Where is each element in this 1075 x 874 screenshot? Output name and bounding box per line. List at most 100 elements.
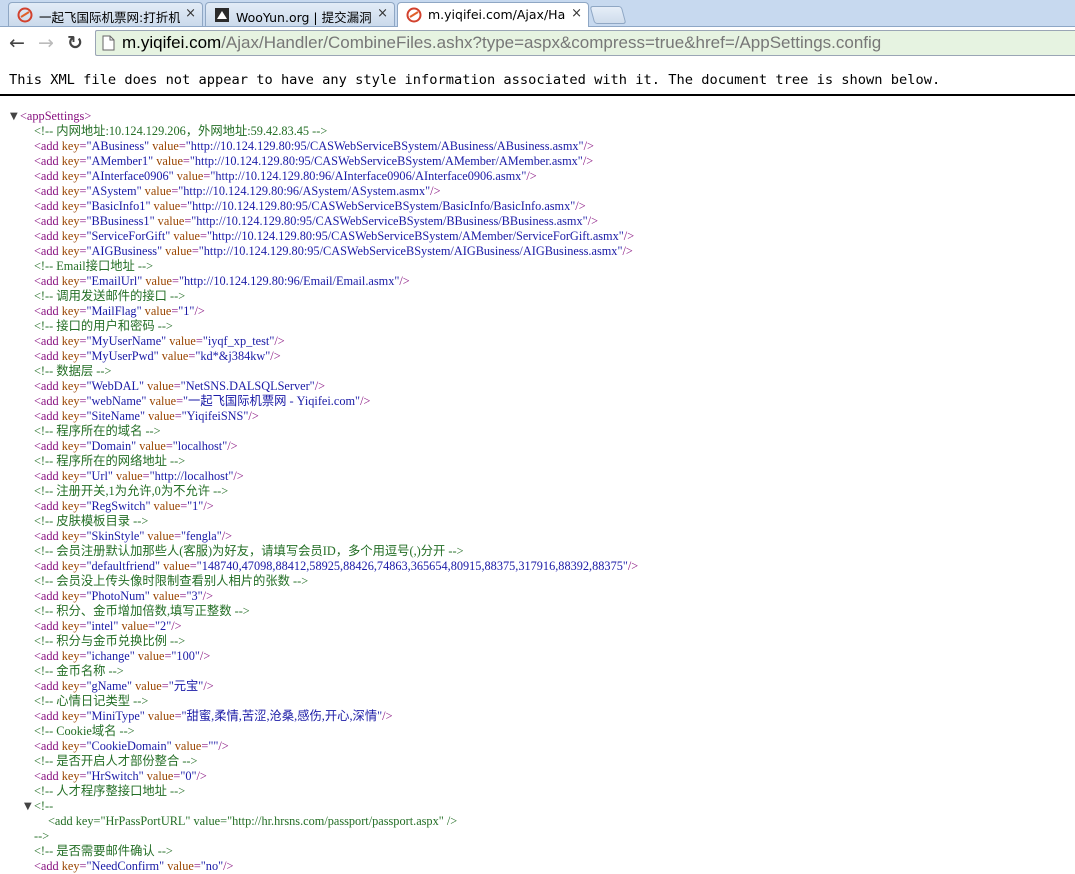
- collapse-toggle-icon[interactable]: ▼: [24, 801, 32, 812]
- url-text[interactable]: m.yiqifei.com/Ajax/Handler/CombineFiles.…: [122, 33, 881, 53]
- xml-comment-line: <!-- 人才程序整接口地址 -->: [34, 784, 185, 799]
- xml-attr-value: "NetSNS.DALSQLServer": [180, 379, 315, 393]
- xml-comment: <!-- 皮肤模板目录 -->: [34, 514, 149, 528]
- xml-attr-key: "ASystem": [86, 184, 142, 198]
- xml-attr-key: "webName": [86, 394, 147, 408]
- xml-tag: <appSettings>: [20, 109, 92, 123]
- tab-yiqifei-home[interactable]: 一起飞国际机票网:打折机 ×: [8, 2, 203, 26]
- xml-attr-name: key: [61, 709, 80, 723]
- xml-attr-value: "http://10.124.129.80:95/CASWebServiceBS…: [206, 229, 624, 243]
- xml-attr-name: value: [136, 439, 166, 453]
- xml-attr-key: "AIGBusiness": [86, 244, 163, 258]
- xml-comment: <!-- 调用发送邮件的接口 -->: [34, 289, 186, 303]
- back-button[interactable]: ←: [6, 32, 28, 54]
- xml-comment-line: <!-- 是否需要邮件确认 -->: [34, 844, 173, 859]
- xml-add-element: <add key="BasicInfo1" value="http://10.1…: [34, 199, 586, 214]
- tab-wooyun[interactable]: WooYun.org | 提交漏洞 ×: [205, 2, 395, 26]
- xml-attr-name: value: [112, 469, 143, 483]
- xml-tag: />: [622, 244, 633, 258]
- xml-tag: />: [233, 469, 244, 483]
- tab-close-icon[interactable]: ×: [571, 6, 582, 21]
- wooyun-favicon-icon: [215, 8, 229, 22]
- xml-attr-name: value: [154, 214, 185, 228]
- xml-tag: <add: [34, 739, 62, 753]
- xml-add-element: <add key="AIGBusiness" value="http://10.…: [34, 244, 633, 259]
- xml-tag: <add: [34, 589, 62, 603]
- xml-tag: />: [196, 769, 207, 783]
- tab-active-xml[interactable]: m.yiqifei.com/Ajax/Hand ×: [397, 2, 589, 27]
- xml-attr-name: value: [149, 589, 180, 603]
- xml-attr-name: key: [61, 499, 80, 513]
- new-tab-button[interactable]: [589, 6, 627, 24]
- xml-tag: />: [623, 229, 635, 243]
- xml-attr-key: "WebDAL": [86, 379, 145, 393]
- xml-tag: />: [575, 199, 586, 213]
- xml-attr-value: "2": [155, 619, 172, 633]
- xml-attr-name: value: [158, 349, 189, 363]
- xml-punct: =: [189, 559, 197, 573]
- forward-button[interactable]: →: [35, 32, 57, 54]
- xml-add-element: <add key="HrSwitch" value="0"/>: [34, 769, 207, 784]
- xml-attr-name: key: [61, 139, 80, 153]
- xml-tag: />: [194, 304, 205, 318]
- xml-tag: />: [218, 739, 229, 753]
- xml-comment-line: <!-- 注册开关,1为允许,0为不允许 -->: [34, 484, 228, 499]
- xml-add-element: <add key="CookieDomain" value=""/>: [34, 739, 229, 754]
- xml-attr-name: value: [143, 769, 174, 783]
- xml-tag: <add: [34, 499, 62, 513]
- xml-comment: <!--: [34, 799, 54, 813]
- xml-comment-line: <!-- 数据层 -->: [34, 364, 111, 379]
- xml-tag: />: [248, 409, 259, 423]
- xml-attr-name: value: [162, 244, 192, 258]
- tab-title: WooYun.org | 提交漏洞: [236, 10, 372, 25]
- xml-tag: />: [587, 214, 599, 228]
- xml-comment-line: <!-- 接口的用户和密码 -->: [34, 319, 173, 334]
- xml-attr-name: value: [166, 334, 196, 348]
- xml-attr-value: "http://10.124.129.80:95/CASWebServiceBS…: [187, 199, 576, 213]
- xml-tag: <add: [34, 229, 62, 243]
- xml-tag: <add: [34, 199, 62, 213]
- xml-add-element: <add key="ASystem" value="http://10.124.…: [34, 184, 441, 199]
- xml-comment-line: <!-- 调用发送邮件的接口 -->: [34, 289, 185, 304]
- xml-tag: <add: [34, 184, 62, 198]
- xml-attr-value: "": [208, 739, 219, 753]
- xml-add-element: <add key="EmailUrl" value="http://10.124…: [34, 274, 410, 289]
- xml-punct: =: [174, 529, 181, 543]
- xml-add-element: <add key="BBusiness1" value="http://10.1…: [34, 214, 598, 229]
- address-bar[interactable]: m.yiqifei.com/Ajax/Handler/CombineFiles.…: [95, 30, 1075, 56]
- xml-tag: />: [203, 499, 214, 513]
- xml-attr-value: "http://localhost": [149, 469, 234, 483]
- xml-add-element: <add key="Domain" value="localhost"/>: [34, 439, 238, 454]
- xml-attr-name: value: [150, 199, 181, 213]
- xml-attr-value: "kd*&j384kw": [195, 349, 271, 363]
- xml-attr-key: "Domain": [86, 439, 137, 453]
- xml-comment: <!-- 心情日记类型 -->: [34, 694, 149, 708]
- xml-tag: <add: [34, 304, 62, 318]
- xml-comment: <!-- Email接口地址 -->: [34, 259, 154, 273]
- xml-attr-name: key: [61, 859, 80, 873]
- tab-close-icon[interactable]: ×: [377, 6, 388, 21]
- tab-close-icon[interactable]: ×: [185, 6, 196, 21]
- xml-attr-name: key: [61, 589, 80, 603]
- xml-tag: />: [399, 274, 410, 288]
- xml-attr-name: key: [61, 769, 80, 783]
- xml-attr-key: "ABusiness": [86, 139, 150, 153]
- xml-tag: />: [270, 349, 281, 363]
- xml-tag: <add: [34, 709, 62, 723]
- xml-attr-key: "defaultfriend": [86, 559, 161, 573]
- xml-tag: <add: [34, 469, 62, 483]
- xml-punct: =: [191, 244, 199, 258]
- xml-tag: />: [430, 184, 441, 198]
- xml-comment: <!-- 积分、金币增加倍数,填写正整数 -->: [34, 604, 250, 618]
- xml-tag: />: [203, 679, 214, 693]
- reload-button[interactable]: ↻: [64, 32, 86, 54]
- xml-attr-value: "iyqf_xp_test": [202, 334, 275, 348]
- collapse-toggle-icon[interactable]: ▼: [10, 111, 18, 122]
- xml-tag: <add: [34, 349, 62, 363]
- xml-attr-name: key: [61, 304, 80, 318]
- xml-attr-value: "http://10.124.129.80:95/CASWebServiceBS…: [191, 214, 588, 228]
- xml-attr-name: value: [144, 529, 175, 543]
- xml-attr-value: "no": [200, 859, 224, 873]
- xml-tag: />: [382, 709, 393, 723]
- xml-add-element: <add key="SkinStyle" value="fengla"/>: [34, 529, 232, 544]
